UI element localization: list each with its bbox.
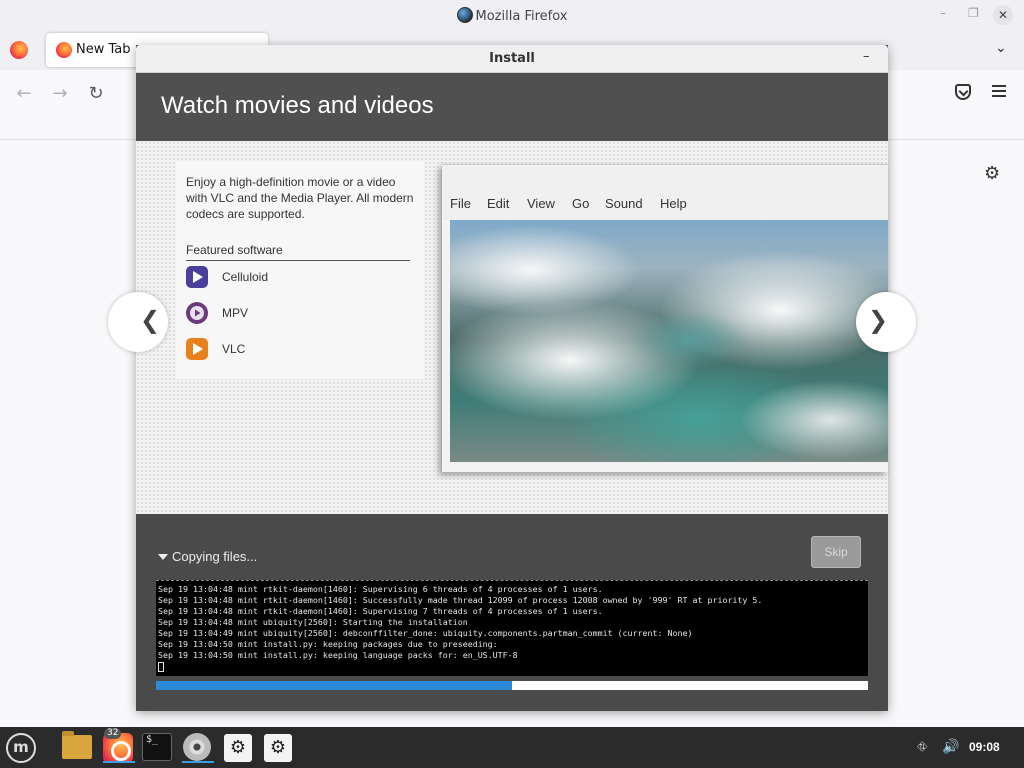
firefox-tab-icon	[56, 42, 72, 58]
install-progress-bar	[156, 681, 868, 690]
installer-launcher[interactable]	[182, 731, 214, 763]
player-menu-sound: Sound	[605, 196, 643, 211]
media-player-screenshot: File Edit View Go Sound Help	[442, 164, 888, 472]
taskbar: m $_ ⚙ ⚙	[0, 727, 1024, 768]
back-button[interactable]: ←	[12, 82, 36, 106]
firefox-window-count-badge: 32	[104, 728, 122, 739]
dialog-header: Watch movies and videos	[136, 73, 888, 141]
files-launcher[interactable]	[62, 731, 94, 763]
firefox-app-icon	[456, 7, 473, 23]
previous-slide-button[interactable]: ❮	[108, 292, 168, 352]
software-label: MPV	[222, 306, 249, 320]
player-menu-view: View	[527, 196, 555, 211]
settings-launcher-1[interactable]: ⚙	[222, 731, 254, 763]
terminal-icon: $_	[142, 733, 172, 761]
software-item-mpv: MPV	[186, 302, 386, 326]
mint-menu-button[interactable]: m	[6, 733, 36, 763]
slide-description: Enjoy a high-definition movie or a video…	[186, 175, 414, 221]
disc-icon	[183, 733, 211, 761]
dialog-titlebar: Install –	[136, 45, 888, 73]
details-expander[interactable]: Copying files...	[158, 549, 257, 564]
firefox-titlebar: Mozilla Firefox – ❐ ✕	[0, 0, 1024, 30]
software-label: VLC	[222, 342, 246, 356]
page-settings-gear-icon[interactable]: ⚙	[984, 163, 1000, 184]
slide-heading: Watch movies and videos	[161, 92, 434, 119]
gear-icon: ⚙	[224, 734, 252, 762]
player-menu-help: Help	[660, 196, 687, 211]
skip-button[interactable]: Skip	[811, 536, 861, 568]
dialog-title: Install	[489, 51, 535, 66]
window-title-text: Mozilla Firefox	[475, 9, 568, 24]
player-menu-go: Go	[572, 196, 590, 211]
progress-fill	[156, 681, 512, 690]
log-line: Sep 19 13:04:48 mint ubiquity[2560]: Sta…	[158, 617, 468, 627]
player-menu-edit: Edit	[487, 196, 510, 211]
active-indicator	[103, 761, 135, 763]
folder-icon	[62, 731, 92, 759]
log-line: Sep 19 13:04:48 mint rtkit-daemon[1460]:…	[158, 595, 763, 605]
terminal-launcher[interactable]: $_	[142, 731, 174, 763]
vlc-icon	[186, 338, 208, 360]
software-label: Celluloid	[222, 270, 269, 284]
active-indicator	[182, 761, 214, 763]
mpv-icon	[186, 302, 208, 324]
window-title: Mozilla Firefox	[0, 7, 1024, 24]
volume-icon[interactable]: 🔊	[942, 739, 959, 755]
video-frame-image	[450, 220, 888, 462]
settings-launcher-2[interactable]: ⚙	[262, 731, 294, 763]
minimize-button[interactable]: –	[940, 6, 946, 20]
close-button[interactable]: ✕	[993, 5, 1013, 25]
expander-triangle-icon	[158, 554, 168, 560]
progress-area: Copying files... Skip Sep 19 13:04:48 mi…	[136, 514, 888, 711]
log-line: Sep 19 13:04:50 mint install.py: keeping…	[158, 650, 518, 660]
log-line: Sep 19 13:04:48 mint rtkit-daemon[1460]:…	[158, 584, 603, 594]
terminal-cursor	[158, 662, 164, 672]
install-dialog: Install – Watch movies and videos Enjoy …	[108, 45, 916, 711]
next-slide-button[interactable]: ❯	[856, 292, 916, 352]
log-line: Sep 19 13:04:50 mint install.py: keeping…	[158, 639, 498, 649]
install-log: Sep 19 13:04:48 mint rtkit-daemon[1460]:…	[156, 580, 868, 676]
player-menubar: File Edit View Go Sound Help	[442, 165, 888, 220]
dialog-minimize-button[interactable]: –	[863, 49, 870, 64]
chevron-right-icon: ❯	[868, 306, 889, 334]
network-icon[interactable]: ⛗	[917, 740, 927, 755]
gear-icon: ⚙	[264, 734, 292, 762]
log-line: Sep 19 13:04:49 mint ubiquity[2560]: deb…	[158, 628, 693, 638]
maximize-button[interactable]: ❐	[968, 6, 979, 20]
software-item-celluloid: Celluloid	[186, 266, 386, 290]
celluloid-icon	[186, 266, 208, 288]
hamburger-menu-icon[interactable]	[992, 85, 1006, 100]
tab-label: New Tab	[76, 42, 131, 57]
software-item-vlc: VLC	[186, 338, 386, 362]
chevron-left-icon: ❮	[140, 306, 161, 334]
pocket-icon[interactable]	[955, 84, 971, 100]
list-all-tabs-button[interactable]: ⌄	[995, 40, 1007, 56]
reload-button[interactable]: ↻	[84, 82, 108, 106]
status-text: Copying files...	[172, 549, 258, 564]
slideshow: Enjoy a high-definition movie or a video…	[108, 141, 916, 514]
log-line: Sep 19 13:04:48 mint rtkit-daemon[1460]:…	[158, 606, 603, 616]
forward-button[interactable]: →	[48, 82, 72, 106]
clock[interactable]: 09:08	[969, 740, 1000, 754]
firefox-view-icon[interactable]	[10, 41, 28, 59]
player-menu-file: File	[450, 196, 471, 211]
slide-info-panel: Enjoy a high-definition movie or a video…	[176, 161, 424, 379]
featured-software-label: Featured software	[186, 243, 410, 261]
